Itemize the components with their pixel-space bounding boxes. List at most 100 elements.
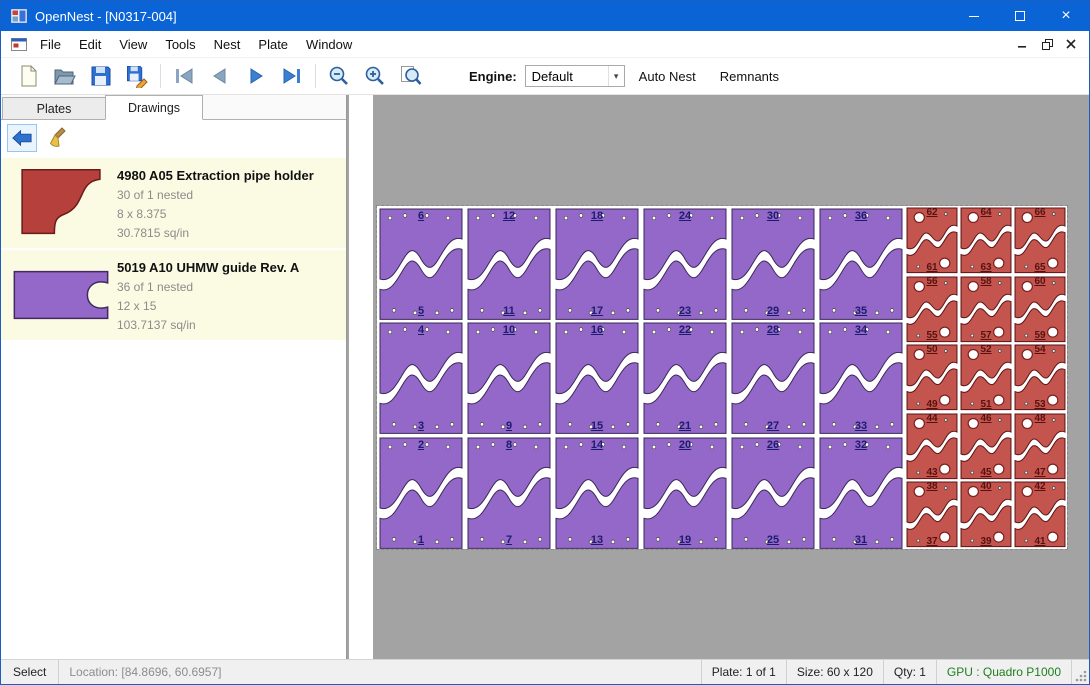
nest-parts-59-60[interactable]: 6059 [1013, 275, 1067, 344]
drawing-size: 8 x 8.375 [117, 205, 314, 224]
mdi-minimize-button[interactable] [1013, 35, 1033, 53]
nest-parts-15-16[interactable]: 1615 [553, 320, 641, 434]
part-number: 42 [1013, 481, 1067, 493]
nest-parts-21-22[interactable]: 2221 [641, 320, 729, 434]
nest-parts-49-50[interactable]: 5049 [905, 343, 959, 412]
menu-item-view[interactable]: View [110, 33, 156, 56]
go-previous-icon [208, 64, 232, 88]
zoom-out-button[interactable] [321, 61, 357, 91]
save-button[interactable] [83, 61, 119, 91]
tab-plates[interactable]: Plates [2, 97, 106, 119]
nest-parts-5-6[interactable]: 65 [377, 206, 465, 320]
nest-parts-11-12[interactable]: 1211 [465, 206, 553, 320]
nest-parts-13-14[interactable]: 1413 [553, 435, 641, 549]
save-as-button[interactable] [119, 61, 155, 91]
go-first-button[interactable] [166, 61, 202, 91]
menu-item-plate[interactable]: Plate [249, 33, 297, 56]
engine-label: Engine: [469, 69, 517, 84]
go-next-icon [244, 64, 268, 88]
zoom-in-button[interactable] [357, 61, 393, 91]
menu-item-edit[interactable]: Edit [70, 33, 110, 56]
nest-parts-37-38[interactable]: 3837 [905, 480, 959, 549]
part-number: 9 [465, 420, 553, 432]
nest-parts-35-36[interactable]: 3635 [817, 206, 905, 320]
nest-parts-65-66[interactable]: 6665 [1013, 206, 1067, 275]
go-next-button[interactable] [238, 61, 274, 91]
maximize-button[interactable] [997, 1, 1043, 31]
part-number: 34 [817, 324, 905, 336]
menu-item-tools[interactable]: Tools [156, 33, 204, 56]
nest-parts-19-20[interactable]: 2019 [641, 435, 729, 549]
nest-parts-29-30[interactable]: 3029 [729, 206, 817, 320]
drawing-item-1[interactable]: 4980 A05 Extraction pipe holder30 of 1 n… [1, 158, 346, 248]
part-number: 41 [1013, 536, 1067, 548]
nest-parts-39-40[interactable]: 4039 [959, 480, 1013, 549]
nest-parts-61-62[interactable]: 6261 [905, 206, 959, 275]
nest-parts-57-58[interactable]: 5857 [959, 275, 1013, 344]
part-number: 46 [959, 413, 1013, 425]
part-number: 19 [641, 534, 729, 546]
nest-parts-33-34[interactable]: 3433 [817, 320, 905, 434]
go-first-icon [172, 64, 196, 88]
open-button[interactable] [47, 61, 83, 91]
nest-parts-3-4[interactable]: 43 [377, 320, 465, 434]
clear-button[interactable] [45, 124, 75, 152]
menu-item-file[interactable]: File [31, 33, 70, 56]
drawing-title: 4980 A05 Extraction pipe holder [117, 168, 314, 183]
nest-parts-23-24[interactable]: 2423 [641, 206, 729, 320]
nest-parts-53-54[interactable]: 5453 [1013, 343, 1067, 412]
part-number: 39 [959, 536, 1013, 548]
zoom-fit-button[interactable] [393, 61, 429, 91]
mdi-close-button[interactable] [1061, 35, 1081, 53]
nest-parts-31-32[interactable]: 3231 [817, 435, 905, 549]
nest-parts-47-48[interactable]: 4847 [1013, 412, 1067, 481]
close-button[interactable]: × [1043, 1, 1089, 31]
part-number: 64 [959, 207, 1013, 219]
drawing-title: 5019 A10 UHMW guide Rev. A [117, 260, 299, 275]
nest-parts-1-2[interactable]: 21 [377, 435, 465, 549]
nest-parts-55-56[interactable]: 5655 [905, 275, 959, 344]
nest-parts-7-8[interactable]: 87 [465, 435, 553, 549]
nest-parts-9-10[interactable]: 109 [465, 320, 553, 434]
minimize-button[interactable] [951, 1, 997, 31]
engine-select[interactable]: Default ▾ [525, 65, 625, 87]
nest-parts-17-18[interactable]: 1817 [553, 206, 641, 320]
tab-drawings[interactable]: Drawings [105, 95, 203, 120]
drawing-nested-count: 36 of 1 nested [117, 278, 299, 297]
mdi-restore-button[interactable] [1037, 35, 1057, 53]
resize-grip[interactable] [1071, 660, 1089, 684]
part-number: 55 [905, 330, 959, 342]
menu-item-window[interactable]: Window [297, 33, 361, 56]
part-number: 60 [1013, 276, 1067, 288]
nest-parts-45-46[interactable]: 4645 [959, 412, 1013, 481]
nest-canvas[interactable]: 6512111817242330293635431091615222128273… [347, 95, 1089, 659]
save-as-icon [125, 64, 149, 88]
maximize-icon [1015, 11, 1025, 21]
part-number: 3 [377, 420, 465, 432]
part-number: 31 [817, 534, 905, 546]
auto-nest-button[interactable]: Auto Nest [629, 63, 706, 90]
drawing-item-2[interactable]: 5019 A10 UHMW guide Rev. A 36 of 1 nested… [1, 250, 346, 340]
nest-parts-63-64[interactable]: 6463 [959, 206, 1013, 275]
remnants-button[interactable]: Remnants [710, 63, 789, 90]
nest-parts-27-28[interactable]: 2827 [729, 320, 817, 434]
mdi-window-controls [1013, 31, 1081, 57]
part-number: 47 [1013, 467, 1067, 479]
new-button[interactable] [11, 61, 47, 91]
nest-parts-25-26[interactable]: 2625 [729, 435, 817, 549]
window-title: OpenNest - [N0317-004] [35, 9, 177, 24]
menu-item-nest[interactable]: Nest [205, 33, 250, 56]
go-last-icon [280, 64, 304, 88]
nest-parts-51-52[interactable]: 5251 [959, 343, 1013, 412]
plate-sheet[interactable]: 6512111817242330293635431091615222128273… [377, 206, 1067, 549]
send-back-button[interactable] [7, 124, 37, 152]
part-number: 20 [641, 439, 729, 451]
go-last-button[interactable] [274, 61, 310, 91]
go-previous-button[interactable] [202, 61, 238, 91]
zoom-out-icon [327, 64, 351, 88]
nest-parts-41-42[interactable]: 42 41 [1013, 480, 1067, 549]
title-bar: OpenNest - [N0317-004] × [1, 1, 1089, 31]
mdi-close-icon [1066, 39, 1076, 49]
nest-parts-43-44[interactable]: 4443 [905, 412, 959, 481]
open-folder-icon [53, 64, 77, 88]
